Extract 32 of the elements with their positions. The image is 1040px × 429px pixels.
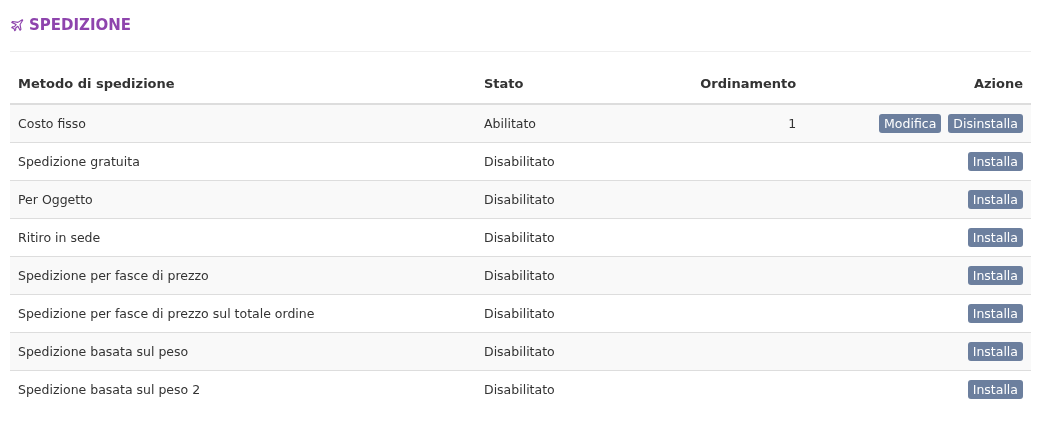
table-cell: Abilitato: [484, 116, 536, 131]
action-button[interactable]: Modifica: [879, 114, 942, 133]
table-cell: 1: [788, 116, 797, 131]
table-cell: Disabilitato: [484, 344, 555, 359]
table-cell: Disabilitato: [484, 268, 555, 283]
action-button[interactable]: Installa: [967, 266, 1023, 285]
table-cell: Disabilitato: [484, 154, 555, 169]
action-button[interactable]: Installa: [967, 152, 1023, 171]
action-button[interactable]: Installa: [967, 342, 1023, 361]
table-cell: Disabilitato: [484, 382, 555, 397]
action-button[interactable]: Disinstalla: [948, 114, 1023, 133]
table-cell: Disabilitato: [484, 192, 555, 207]
column-header: Ordinamento: [700, 75, 797, 91]
column-header: Metodo di spedizione: [18, 75, 175, 91]
table-cell: Ritiro in sede: [18, 230, 101, 245]
action-button[interactable]: Installa: [967, 380, 1023, 399]
column-header: Azione: [973, 75, 1023, 91]
action-button[interactable]: Installa: [967, 304, 1023, 323]
table-cell: Disabilitato: [484, 230, 555, 245]
table-cell: Spedizione basata sul peso: [18, 344, 189, 359]
table-cell: Costo fisso: [18, 116, 86, 131]
plane-icon: [10, 18, 24, 32]
table-cell: Spedizione per fasce di prezzo sul totale ordine: [18, 306, 315, 321]
table-cell: Per Oggetto: [18, 192, 93, 207]
page-title: SPEDIZIONE: [29, 16, 132, 34]
table-cell: Spedizione per fasce di prezzo: [18, 268, 209, 283]
table-cell: Spedizione gratuita: [18, 154, 140, 169]
action-button[interactable]: Installa: [967, 190, 1023, 209]
table-cell: Spedizione basata sul peso 2: [18, 382, 201, 397]
action-button[interactable]: Installa: [967, 228, 1023, 247]
column-header: Stato: [484, 75, 524, 91]
table-cell: Disabilitato: [484, 306, 555, 321]
